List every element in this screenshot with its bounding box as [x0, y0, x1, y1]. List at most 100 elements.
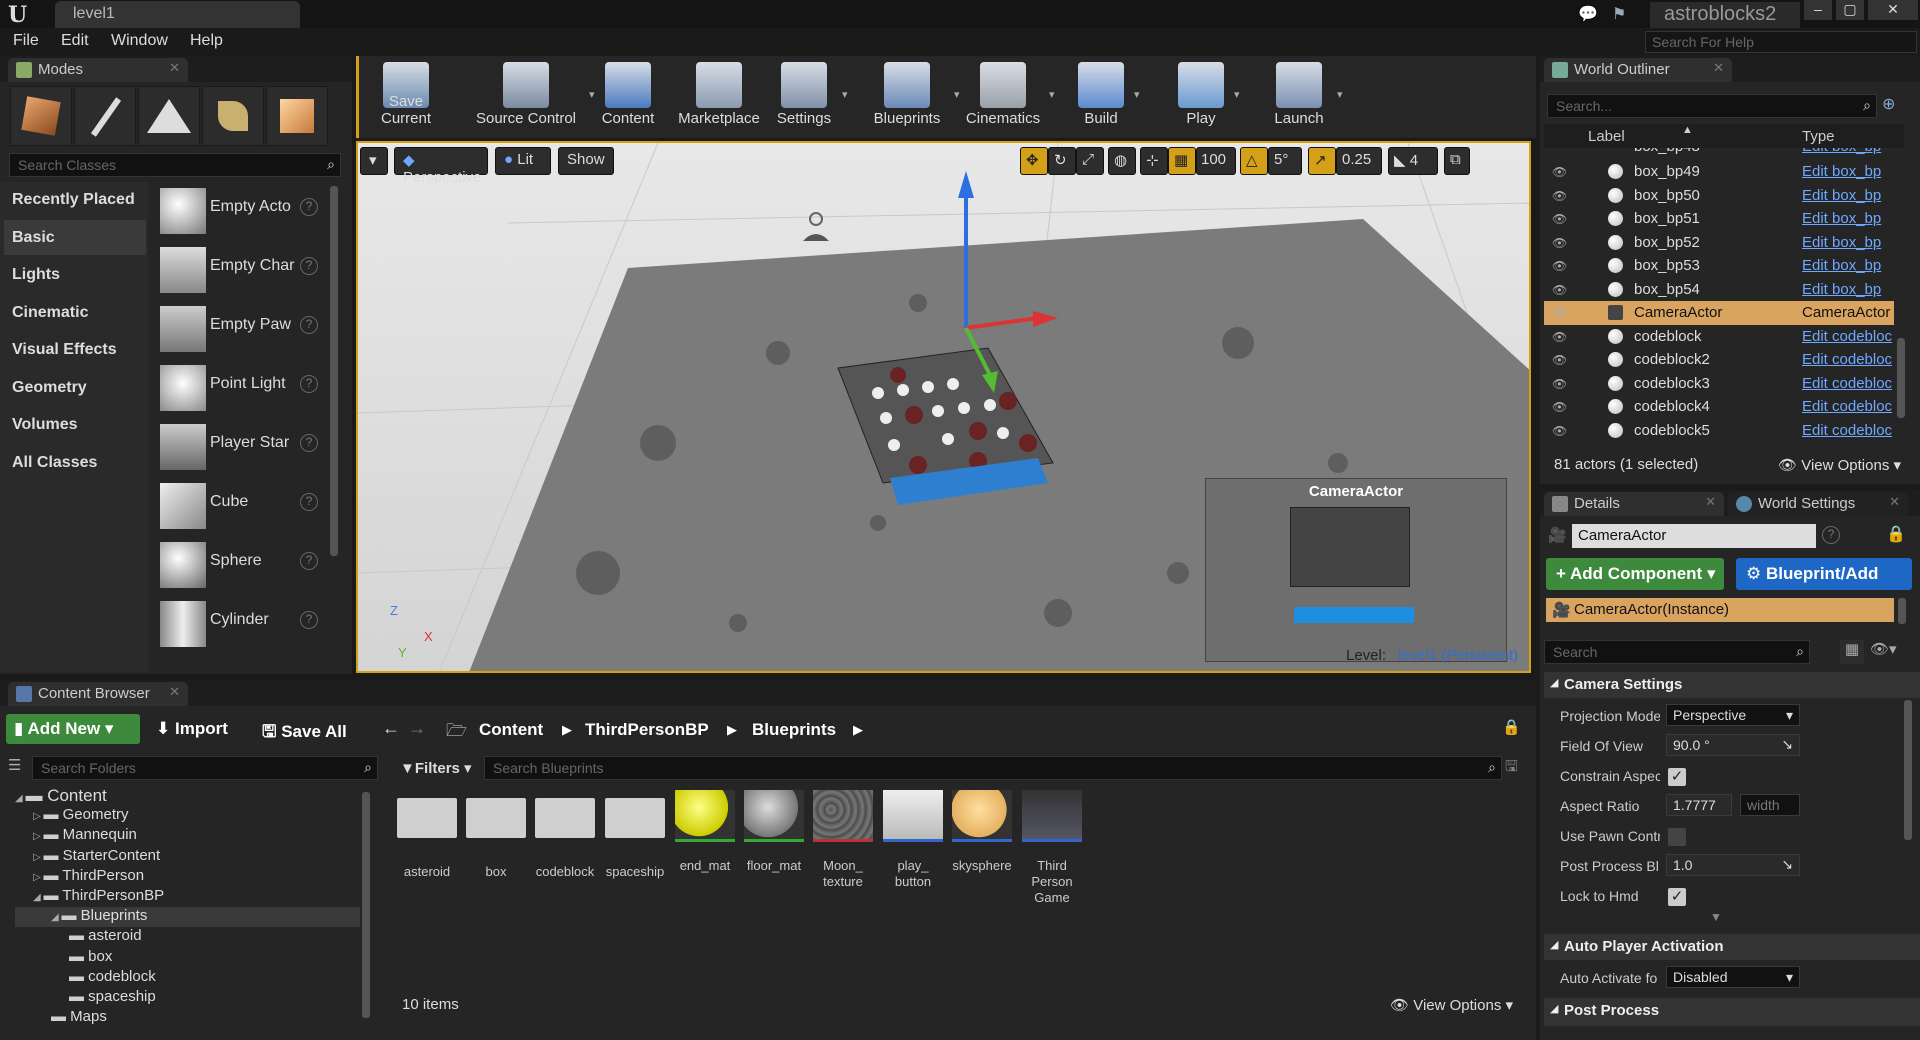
maximize-viewport-icon[interactable]: ⧉ [1444, 147, 1470, 175]
lock-hmd-checkbox[interactable]: ✓ [1668, 888, 1686, 906]
cinematics-button[interactable]: Cinematics [959, 60, 1047, 130]
folder-tree-item[interactable]: ▬ spaceship [15, 988, 360, 1008]
asset-tile[interactable]: spaceship [604, 790, 666, 900]
eye-icon[interactable]: 👁 [1552, 236, 1568, 250]
mode-category-visual-effects[interactable]: Visual Effects [4, 332, 146, 367]
save-search-icon[interactable]: 🖫 [1505, 756, 1518, 781]
rotate-tool-icon[interactable]: ↻ [1048, 147, 1076, 175]
outliner-row-type[interactable]: Edit codebloc [1802, 328, 1894, 345]
class-item[interactable]: Empty Char? [152, 243, 328, 298]
eye-icon[interactable]: 👁 [1552, 212, 1568, 226]
details-search-input[interactable]: Search ⌕ [1544, 640, 1810, 664]
translate-tool-icon[interactable]: ✥ [1020, 147, 1048, 175]
landscape-mode-icon[interactable] [138, 86, 200, 146]
help-icon[interactable]: ? [300, 434, 318, 452]
grid-snap-value[interactable]: 100 [1196, 147, 1236, 175]
outliner-row[interactable]: 👁 box_bp54 Edit box_bp [1544, 278, 1894, 302]
breadcrumb-content[interactable]: Content [479, 720, 543, 740]
class-item[interactable]: Empty Paw? [152, 302, 328, 357]
search-classes-input[interactable]: Search Classes ⌕ [9, 153, 341, 177]
save-all-button[interactable]: 🖫 Save All [262, 714, 347, 744]
lit-button[interactable]: ● Lit [495, 147, 551, 175]
build-dropdown-icon[interactable]: ▾ [1134, 88, 1140, 101]
paint-mode-icon[interactable] [74, 86, 136, 146]
blueprints-button[interactable]: Blueprints [862, 60, 952, 130]
menu-window[interactable]: Window [111, 32, 168, 50]
outliner-row[interactable]: 👁 box_bp51 Edit box_bp [1544, 207, 1894, 231]
breadcrumb-separator-icon[interactable]: ▶ [853, 722, 863, 738]
outliner-row-type[interactable]: Edit box_bp [1802, 257, 1894, 274]
outliner-row[interactable]: 👁 codeblock4 Edit codebloc [1544, 395, 1894, 419]
mode-category-basic[interactable]: Basic [4, 219, 146, 255]
filters-button[interactable]: ▼Filters ▾ [398, 756, 478, 780]
place-mode-icon[interactable] [10, 86, 72, 146]
aspect-unit-dropdown[interactable]: width [1740, 794, 1800, 816]
rotation-snap-value[interactable]: 5° [1268, 147, 1302, 175]
outliner-row-type[interactable]: Edit box_bp [1802, 281, 1894, 298]
folder-tree-item[interactable]: ▬ Maps [15, 1008, 360, 1028]
outliner-row-partial[interactable]: box_bp48 Edit box_bp [1544, 148, 1894, 158]
outliner-row[interactable]: 👁 box_bp52 Edit box_bp [1544, 231, 1894, 255]
mode-category-lights[interactable]: Lights [4, 257, 146, 292]
scale-snap-value[interactable]: 0.25 [1336, 147, 1382, 175]
eye-icon[interactable]: 👁▾ [1870, 640, 1910, 664]
outliner-row[interactable]: 👁 box_bp50 Edit box_bp [1544, 184, 1894, 208]
components-scrollbar[interactable] [1898, 598, 1906, 624]
eye-icon[interactable]: 👁 [1552, 377, 1568, 391]
outliner-row-type[interactable]: Edit codebloc [1802, 351, 1894, 368]
close-icon[interactable]: ✕ [1889, 494, 1900, 510]
class-item[interactable]: Sphere? [152, 538, 328, 593]
settings-button[interactable]: Settings [768, 60, 840, 130]
folder-tree-item[interactable]: ▷ ▬ Mannequin [15, 826, 360, 846]
add-new-button[interactable]: ▮ Add New ▾ [6, 714, 140, 744]
post-blend-input[interactable]: 1.0 ↘ [1666, 854, 1800, 876]
forward-arrow-icon[interactable]: → [408, 718, 426, 739]
close-button[interactable]: ✕ [1868, 0, 1918, 20]
expand-arrow-icon[interactable]: ◢ [15, 793, 25, 804]
camera-settings-section[interactable]: ◢ Camera Settings [1544, 672, 1920, 698]
geometry-mode-icon[interactable] [266, 86, 328, 146]
outliner-row-type[interactable]: Edit codebloc [1802, 375, 1894, 392]
fov-input[interactable]: 90.0 ° ↘ [1666, 734, 1800, 756]
outliner-row-type[interactable]: Edit box_bp [1802, 148, 1894, 155]
folder-tree-item[interactable]: ▷ ▬ Geometry [15, 806, 360, 826]
expand-advanced-icon[interactable]: ▼ [1710, 910, 1722, 924]
asset-tile[interactable]: asteroid [396, 790, 458, 900]
eye-icon[interactable]: 👁 [1552, 283, 1568, 297]
asset-tile[interactable]: codeblock [534, 790, 596, 900]
menu-file[interactable]: File [13, 32, 39, 50]
search-blueprints-input[interactable]: Search Blueprints ⌕ [484, 756, 1502, 780]
outliner-row[interactable]: 👁 codeblock Edit codebloc [1544, 325, 1894, 349]
menu-edit[interactable]: Edit [61, 32, 89, 50]
blueprint-add-button[interactable]: ⚙ Blueprint/Add [1736, 558, 1912, 590]
back-arrow-icon[interactable]: ← [382, 718, 400, 739]
reset-arrow-icon[interactable]: ↘ [1781, 856, 1793, 873]
eye-icon[interactable]: 👁 [1552, 165, 1568, 179]
outliner-row[interactable]: 👁 codeblock2 Edit codebloc [1544, 348, 1894, 372]
settings-dropdown-icon[interactable]: ▾ [842, 88, 848, 101]
close-icon[interactable]: ✕ [169, 60, 180, 76]
details-scrollbar[interactable] [1904, 700, 1912, 840]
expand-arrow-icon[interactable]: ▷ [33, 872, 43, 883]
surface-snap-icon[interactable]: ⊹ [1140, 147, 1168, 175]
classes-scrollbar[interactable] [330, 186, 338, 556]
help-icon[interactable]: ? [300, 493, 318, 511]
folder-tree-item[interactable]: ▷ ▬ ThirdPerson [15, 867, 360, 887]
add-folder-icon[interactable]: ⊕ [1882, 94, 1908, 118]
folder-tree-item[interactable]: ▬ codeblock [15, 968, 360, 988]
outliner-view-options[interactable]: 👁 View Options ▾ [1778, 456, 1901, 474]
scale-snap-icon[interactable]: ↗ [1308, 147, 1336, 175]
eye-icon[interactable]: 👁 [1552, 189, 1568, 203]
outliner-row[interactable]: 👁 CameraActor CameraActor [1544, 301, 1894, 325]
perspective-button[interactable]: ◆ Perspective [394, 147, 488, 186]
eye-icon[interactable]: 👁 [1552, 400, 1568, 414]
level-tab[interactable]: level1 [55, 1, 300, 28]
outliner-row-type[interactable]: Edit box_bp [1802, 234, 1894, 251]
mode-category-cinematic[interactable]: Cinematic [4, 295, 146, 330]
rotation-snap-icon[interactable]: △ [1240, 147, 1268, 175]
outliner-row-type[interactable]: Edit box_bp [1802, 163, 1894, 180]
outliner-row[interactable]: 👁 codeblock3 Edit codebloc [1544, 372, 1894, 396]
play-button[interactable]: Play [1170, 60, 1232, 130]
property-matrix-icon[interactable]: ▦ [1840, 640, 1864, 664]
class-item[interactable]: Player Star? [152, 420, 328, 475]
